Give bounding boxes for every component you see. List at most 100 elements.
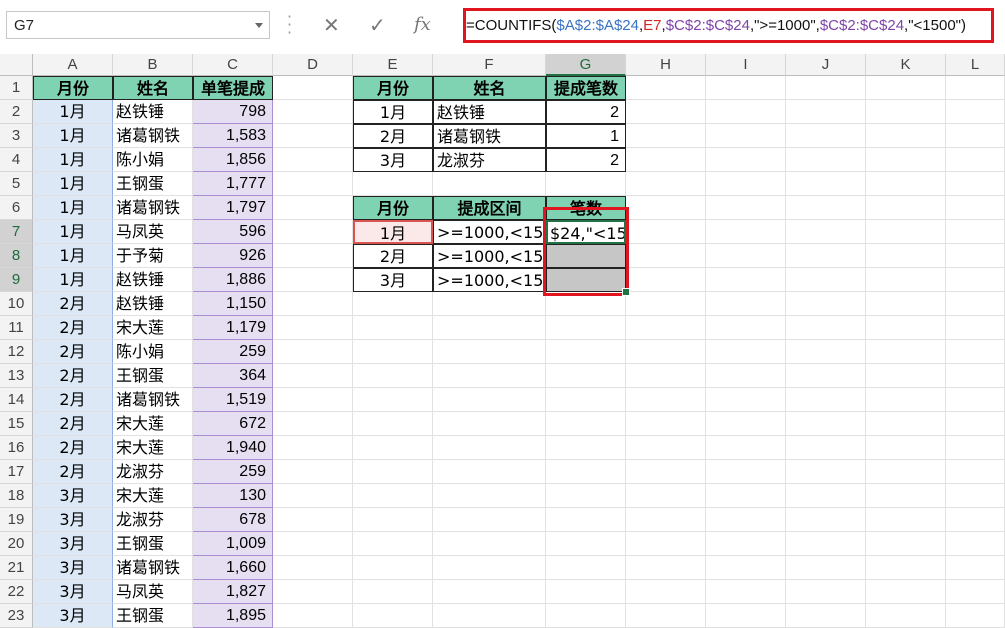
cell-month[interactable]: 2月 — [33, 364, 113, 388]
cell[interactable] — [626, 244, 706, 268]
cell-month[interactable]: 1月 — [33, 100, 113, 124]
cell[interactable] — [706, 508, 786, 532]
cell-name[interactable]: 龙淑芬 — [113, 460, 193, 484]
table2-header-month[interactable]: 月份 — [353, 196, 433, 220]
cell[interactable] — [433, 292, 546, 316]
cell[interactable] — [706, 244, 786, 268]
column-header-g[interactable]: G — [546, 54, 626, 76]
cell[interactable] — [946, 580, 1005, 604]
cell[interactable] — [866, 604, 946, 628]
cell[interactable] — [946, 532, 1005, 556]
cell[interactable] — [706, 580, 786, 604]
row-header-7[interactable]: 7 — [0, 220, 33, 244]
more-options-icon[interactable]: · · · — [287, 9, 292, 41]
cell[interactable] — [273, 100, 353, 124]
cell-month[interactable]: 3月 — [33, 532, 113, 556]
cell-month[interactable]: 3月 — [33, 604, 113, 628]
cell[interactable] — [946, 484, 1005, 508]
cell[interactable] — [273, 364, 353, 388]
row-header-4[interactable]: 4 — [0, 148, 33, 172]
table2-cell-range[interactable]: >=1000,<1500 — [433, 268, 546, 292]
cell-name[interactable]: 王钢蛋 — [113, 604, 193, 628]
cell[interactable] — [353, 292, 433, 316]
cell[interactable] — [866, 316, 946, 340]
cell-amount[interactable]: 596 — [193, 220, 273, 244]
table1-cell-month[interactable]: 1月 — [353, 100, 433, 124]
cell[interactable] — [706, 196, 786, 220]
table2-header-range[interactable]: 提成区间 — [433, 196, 546, 220]
cell[interactable] — [866, 244, 946, 268]
cell[interactable] — [706, 172, 786, 196]
cell[interactable] — [546, 532, 626, 556]
table2-cell-month[interactable]: 2月 — [353, 244, 433, 268]
cell[interactable] — [433, 484, 546, 508]
cell[interactable] — [626, 316, 706, 340]
cell[interactable] — [626, 124, 706, 148]
cell[interactable] — [433, 412, 546, 436]
cell[interactable] — [866, 124, 946, 148]
cell[interactable] — [546, 412, 626, 436]
cell[interactable] — [706, 604, 786, 628]
cell[interactable] — [706, 412, 786, 436]
table1-cell-count[interactable]: 2 — [546, 148, 626, 172]
cell[interactable] — [706, 148, 786, 172]
cell[interactable] — [626, 220, 706, 244]
cell[interactable] — [866, 388, 946, 412]
cell[interactable] — [433, 508, 546, 532]
cell[interactable] — [946, 76, 1005, 100]
cell[interactable] — [706, 364, 786, 388]
cell-month[interactable]: 1月 — [33, 172, 113, 196]
cell-name[interactable]: 王钢蛋 — [113, 364, 193, 388]
cell[interactable] — [786, 220, 866, 244]
cell[interactable] — [546, 460, 626, 484]
cell-name[interactable]: 马凤英 — [113, 580, 193, 604]
cell-name[interactable]: 赵铁锤 — [113, 292, 193, 316]
cell-amount[interactable]: 364 — [193, 364, 273, 388]
column-header-b[interactable]: B — [113, 54, 193, 76]
cell[interactable] — [786, 76, 866, 100]
cell-month[interactable]: 2月 — [33, 340, 113, 364]
column-header-a[interactable]: A — [33, 54, 113, 76]
cell[interactable] — [546, 388, 626, 412]
cell[interactable] — [353, 532, 433, 556]
table2-cell-range[interactable]: >=1000,<1500 — [433, 220, 546, 244]
cell[interactable] — [946, 556, 1005, 580]
cell[interactable] — [433, 172, 546, 196]
cell[interactable] — [273, 316, 353, 340]
cell-amount[interactable]: 1,797 — [193, 196, 273, 220]
cell[interactable] — [866, 556, 946, 580]
table1-cell-count[interactable]: 2 — [546, 100, 626, 124]
cell[interactable] — [273, 124, 353, 148]
table1-cell-name[interactable]: 赵铁锤 — [433, 100, 546, 124]
row-header-6[interactable]: 6 — [0, 196, 33, 220]
enter-icon[interactable]: ✓ — [369, 13, 386, 37]
cell-amount[interactable]: 1,009 — [193, 532, 273, 556]
table1-cell-name[interactable]: 诸葛钢铁 — [433, 124, 546, 148]
cell[interactable] — [706, 292, 786, 316]
cell[interactable] — [786, 364, 866, 388]
cell[interactable] — [273, 196, 353, 220]
cell-amount[interactable]: 1,150 — [193, 292, 273, 316]
cell[interactable] — [706, 100, 786, 124]
cell[interactable] — [946, 508, 1005, 532]
cell-name[interactable]: 诸葛钢铁 — [113, 196, 193, 220]
cell-name[interactable]: 陈小娟 — [113, 340, 193, 364]
cell[interactable] — [866, 580, 946, 604]
cell[interactable] — [946, 148, 1005, 172]
table1-header-month[interactable]: 月份 — [353, 76, 433, 100]
cell[interactable] — [786, 148, 866, 172]
fill-handle[interactable] — [622, 288, 630, 296]
cell[interactable] — [706, 316, 786, 340]
cell[interactable] — [353, 364, 433, 388]
cell[interactable] — [546, 172, 626, 196]
row-header-19[interactable]: 19 — [0, 508, 33, 532]
cell[interactable] — [433, 604, 546, 628]
cell-amount[interactable]: 926 — [193, 244, 273, 268]
cell-amount[interactable]: 1,895 — [193, 604, 273, 628]
cell[interactable] — [626, 196, 706, 220]
cell[interactable] — [626, 100, 706, 124]
cell[interactable] — [786, 388, 866, 412]
row-header-1[interactable]: 1 — [0, 76, 33, 100]
cell-name[interactable]: 王钢蛋 — [113, 172, 193, 196]
cell[interactable] — [786, 460, 866, 484]
